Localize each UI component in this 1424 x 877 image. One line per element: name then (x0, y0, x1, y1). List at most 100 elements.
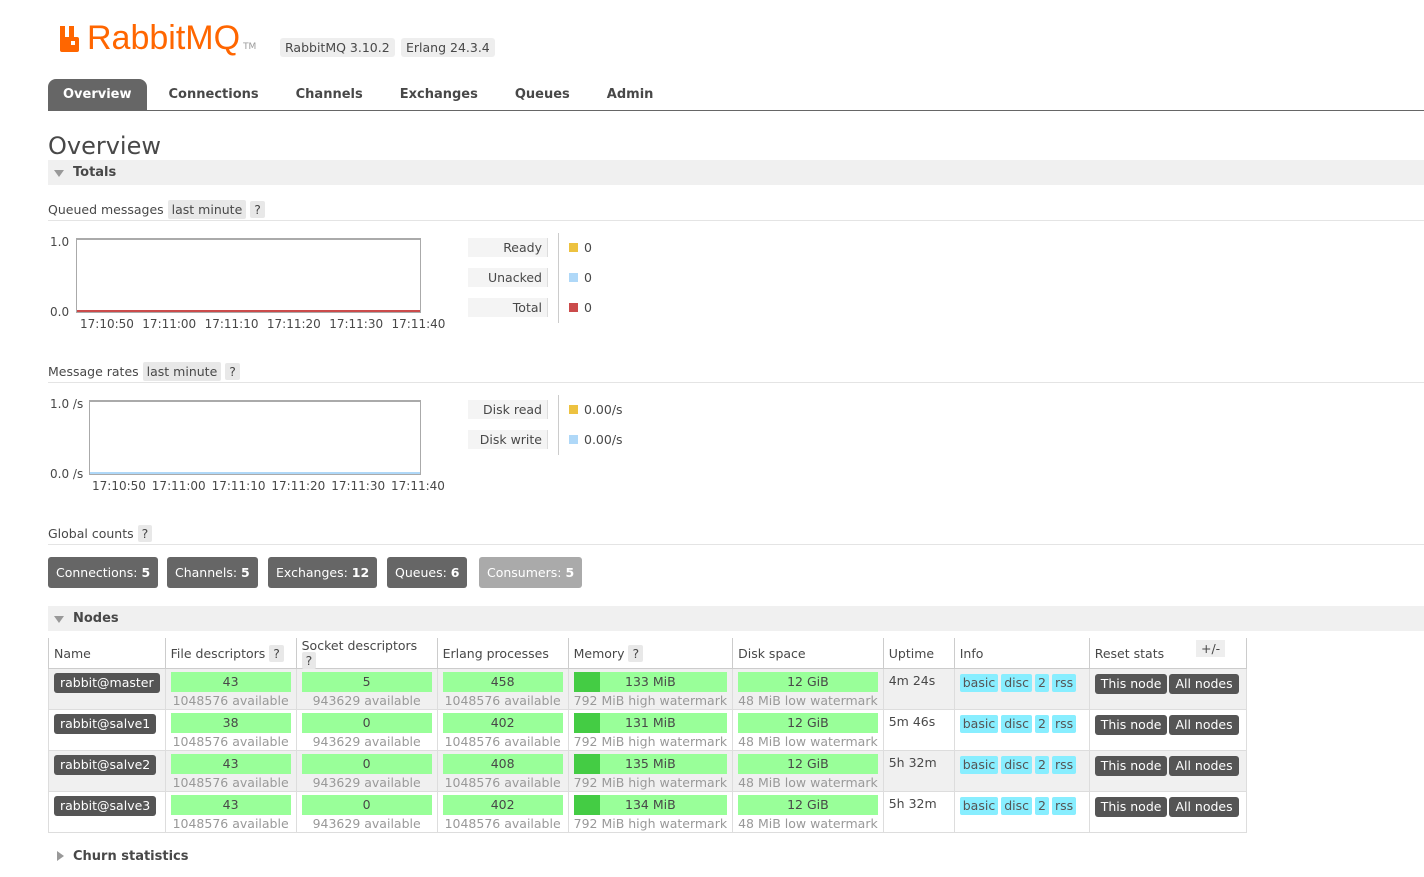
ep-bar: 458 (442, 672, 563, 692)
sd-available: 943629 available (312, 816, 421, 831)
disk-watermark: 48 MiB low watermark (738, 775, 878, 790)
consumers-count-button[interactable]: Consumers: 5 (479, 557, 583, 588)
info-disc-tag[interactable]: disc (1001, 674, 1032, 692)
info-rss-tag[interactable]: rss (1051, 674, 1077, 692)
fd-cell: 43 1048576 available (164, 791, 297, 833)
info-count-tag[interactable]: 2 (1034, 674, 1049, 692)
totals-section-header[interactable]: Totals (48, 160, 1424, 185)
info-disc-tag[interactable]: disc (1001, 756, 1032, 774)
tab-queues[interactable]: Queues (500, 79, 592, 111)
help-icon[interactable]: ? (225, 363, 240, 380)
reset-all-nodes-button[interactable]: All nodes (1169, 715, 1239, 735)
reset-all-nodes-button[interactable]: All nodes (1169, 674, 1239, 694)
tab-admin[interactable]: Admin (592, 79, 676, 111)
collapse-icon (54, 170, 64, 177)
fd-cell: 43 1048576 available (164, 750, 297, 792)
queued-messages-chart (76, 238, 421, 313)
info-disc-tag[interactable]: disc (1001, 797, 1032, 815)
help-icon[interactable]: ? (137, 525, 153, 542)
col-socket-descriptors: Socket descriptors ? (295, 638, 438, 669)
info-count-tag[interactable]: 2 (1034, 715, 1049, 733)
memory-cell: 134 MiB 792 MiB high watermark (567, 791, 734, 833)
info-rss-tag[interactable]: rss (1051, 756, 1077, 774)
help-icon[interactable]: ? (269, 644, 284, 662)
reset-this-node-button[interactable]: This node (1094, 756, 1168, 776)
reset-cell: This node All nodes (1088, 791, 1247, 833)
uptime-value: 5m 46s (888, 714, 936, 729)
node-name-link[interactable]: rabbit@salve2 (54, 755, 157, 775)
count-value: 6 (450, 565, 460, 580)
rabbit-logo-icon (58, 26, 84, 52)
range-selector[interactable]: last minute (142, 362, 222, 381)
nodes-section-header[interactable]: Nodes (48, 606, 1424, 631)
info-basic-tag[interactable]: basic (959, 797, 999, 815)
queues-count-button[interactable]: Queues: 6 (387, 557, 468, 588)
reset-this-node-button[interactable]: This node (1094, 715, 1168, 735)
help-icon[interactable]: ? (301, 652, 317, 669)
x-tick-label: 17:11:20 (271, 479, 326, 493)
table-header-row: Name File descriptors ? Socket descripto… (48, 638, 1247, 669)
info-rss-tag[interactable]: rss (1051, 715, 1077, 733)
columns-toggle[interactable]: +/- (1196, 640, 1226, 657)
col-file-descriptors: File descriptors ? (164, 638, 297, 669)
node-name-link[interactable]: rabbit@salve1 (54, 714, 157, 734)
y-axis-bottom: 0.0 /s (50, 467, 84, 481)
ep-bar: 402 (442, 713, 563, 733)
connections-count-button[interactable]: Connections: 5 (48, 557, 159, 588)
tab-overview[interactable]: Overview (48, 79, 147, 111)
info-count-tag[interactable]: 2 (1034, 797, 1049, 815)
info-count-tag[interactable]: 2 (1034, 756, 1049, 774)
node-name-link[interactable]: rabbit@master (54, 673, 160, 693)
x-tick-label: 17:11:40 (391, 317, 446, 331)
col-memory: Memory ? (567, 638, 734, 669)
uptime-cell: 5h 32m (882, 791, 955, 833)
reset-this-node-button[interactable]: This node (1094, 797, 1168, 817)
channels-count-button[interactable]: Channels: 5 (167, 557, 258, 588)
tab-channels[interactable]: Channels (281, 79, 385, 111)
divider (48, 220, 1424, 221)
reset-cell: This node All nodes (1088, 709, 1247, 751)
ep-available: 1048576 available (444, 693, 561, 708)
tab-connections[interactable]: Connections (154, 79, 281, 111)
tab-exchanges[interactable]: Exchanges (385, 79, 500, 111)
info-basic-tag[interactable]: basic (959, 674, 999, 692)
disk-bar: 12 GiB (738, 795, 878, 815)
info-basic-tag[interactable]: basic (959, 756, 999, 774)
info-cell: basic disc 2 rss (953, 750, 1090, 792)
reset-all-nodes-button[interactable]: All nodes (1169, 756, 1239, 776)
help-icon[interactable]: ? (250, 201, 265, 218)
memory-cell: 131 MiB 792 MiB high watermark (567, 709, 734, 751)
count-label: Exchanges: (276, 565, 348, 580)
fd-bar: 38 (170, 713, 291, 733)
legend-key: Disk write (468, 430, 548, 449)
sd-cell: 5 943629 available (295, 668, 438, 710)
info-rss-tag[interactable]: rss (1051, 797, 1077, 815)
churn-section-header[interactable]: Churn statistics (48, 846, 348, 868)
global-counts-title: Global counts (48, 526, 134, 541)
help-icon[interactable]: ? (628, 644, 644, 662)
reset-this-node-button[interactable]: This node (1094, 674, 1168, 694)
range-selector[interactable]: last minute (167, 200, 247, 219)
reset-all-nodes-button[interactable]: All nodes (1169, 797, 1239, 817)
legend-key: Ready (468, 238, 548, 257)
count-label: Channels: (175, 565, 238, 580)
info-disc-tag[interactable]: disc (1001, 715, 1032, 733)
fd-available: 1048576 available (172, 775, 289, 790)
info-basic-tag[interactable]: basic (959, 715, 999, 733)
legend-swatch (569, 273, 578, 282)
legend-value-text: 0.00/s (584, 432, 623, 447)
tab-divider (48, 110, 1424, 111)
fd-cell: 43 1048576 available (164, 668, 297, 710)
x-tick-label: 17:10:50 (80, 317, 134, 331)
info-cell: basic disc 2 rss (953, 791, 1090, 833)
reset-cell: This node All nodes (1088, 668, 1247, 710)
disk-watermark: 48 MiB low watermark (738, 816, 878, 831)
exchanges-count-button[interactable]: Exchanges: 12 (268, 557, 378, 588)
node-name-link[interactable]: rabbit@salve3 (54, 796, 157, 816)
disk-cell: 12 GiB 48 MiB low watermark (732, 709, 884, 751)
uptime-value: 4m 24s (888, 673, 936, 688)
node-name-cell: rabbit@master (48, 668, 166, 710)
main-tabs: Overview Connections Channels Exchanges … (48, 79, 675, 111)
disk-bar: 12 GiB (738, 672, 878, 692)
x-tick-label: 17:11:10 (204, 317, 259, 331)
